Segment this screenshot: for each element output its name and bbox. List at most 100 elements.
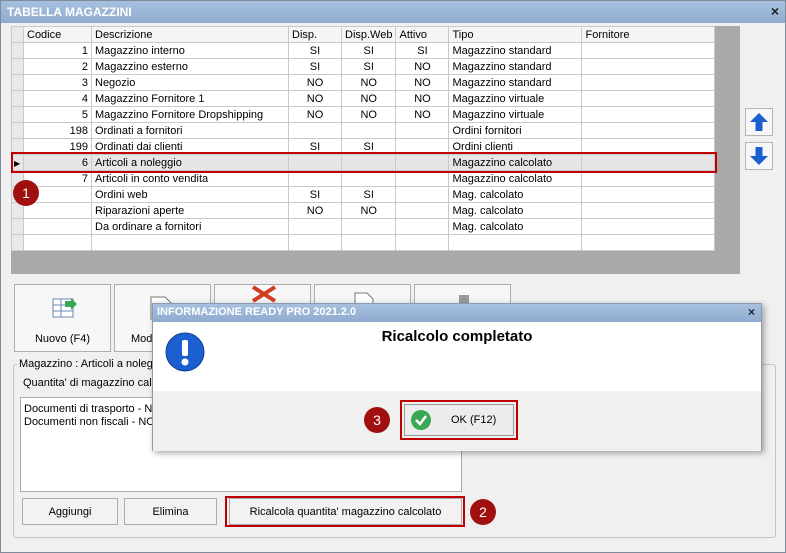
table-cell[interactable]: Da ordinare a fornitori: [91, 218, 289, 235]
table-cell[interactable]: [288, 122, 342, 139]
table-cell[interactable]: SI: [288, 42, 342, 59]
table-row[interactable]: 2 Magazzino esterno SI SI NO Magazzino standa…: [11, 58, 716, 75]
table-cell[interactable]: SI: [288, 58, 342, 75]
column-header[interactable]: Disp.: [288, 26, 342, 43]
row-selector[interactable]: [11, 122, 24, 139]
table-cell[interactable]: Magazzino virtuale: [448, 106, 583, 123]
table-cell[interactable]: 198: [23, 122, 92, 139]
table-cell[interactable]: SI: [340, 186, 397, 203]
table-cell[interactable]: Negozio: [91, 74, 289, 91]
table-cell[interactable]: NO: [395, 74, 450, 91]
table-row[interactable]: [11, 234, 716, 251]
table-cell[interactable]: Ordini fornitori: [448, 122, 583, 139]
table-cell[interactable]: SI: [340, 42, 397, 59]
column-header[interactable]: Codice: [23, 26, 92, 43]
table-cell[interactable]: SI: [288, 186, 342, 203]
table-row[interactable]: 198 Ordinati a fornitori Ordini fornitori: [11, 122, 716, 139]
table-cell[interactable]: SI: [340, 58, 397, 75]
table-cell[interactable]: [23, 202, 92, 219]
row-selector[interactable]: [11, 58, 24, 75]
table-cell[interactable]: Magazzino standard: [448, 42, 583, 59]
table-cell[interactable]: [340, 234, 397, 251]
column-header[interactable]: Tipo: [448, 26, 583, 43]
row-selector[interactable]: [11, 42, 24, 59]
row-selector[interactable]: [11, 90, 24, 107]
table-cell[interactable]: [395, 122, 450, 139]
table-row[interactable]: 3 Negozio NO NO NO Magazzino standard: [11, 74, 716, 91]
table-cell[interactable]: 1: [23, 42, 92, 59]
table-cell[interactable]: NO: [395, 106, 450, 123]
table-row[interactable]: Da ordinare a fornitori Mag. calcolato: [11, 218, 716, 235]
table-cell[interactable]: Magazzino standard: [448, 58, 583, 75]
table-cell[interactable]: SI: [395, 42, 450, 59]
table-cell[interactable]: [448, 234, 583, 251]
table-cell[interactable]: 5: [23, 106, 92, 123]
table-cell[interactable]: [288, 234, 342, 251]
column-header[interactable]: Disp.Web: [340, 26, 397, 43]
table-cell[interactable]: [581, 122, 716, 139]
table-cell[interactable]: Magazzino Fornitore Dropshipping: [91, 106, 289, 123]
table-cell[interactable]: NO: [395, 58, 450, 75]
table-cell[interactable]: [395, 234, 450, 251]
table-cell[interactable]: [581, 90, 716, 107]
table-cell[interactable]: NO: [288, 90, 342, 107]
table-cell[interactable]: [23, 218, 92, 235]
close-icon[interactable]: ×: [771, 3, 779, 19]
table-cell[interactable]: [581, 202, 716, 219]
table-cell[interactable]: [581, 106, 716, 123]
table-cell[interactable]: 4: [23, 90, 92, 107]
table-cell[interactable]: [581, 186, 716, 203]
table-cell[interactable]: [395, 202, 450, 219]
table-row[interactable]: 5 Magazzino Fornitore Dropshipping NO NO NO M…: [11, 106, 716, 123]
table-cell[interactable]: [91, 234, 289, 251]
table-cell[interactable]: Magazzino virtuale: [448, 90, 583, 107]
table-cell[interactable]: Magazzino standard: [448, 74, 583, 91]
table-cell[interactable]: [288, 218, 342, 235]
table-cell[interactable]: 2: [23, 58, 92, 75]
table-cell[interactable]: [581, 234, 716, 251]
table-cell[interactable]: NO: [288, 74, 342, 91]
column-header[interactable]: Attivo: [395, 26, 450, 43]
table-cell[interactable]: [581, 42, 716, 59]
row-selector[interactable]: [11, 106, 24, 123]
table-cell[interactable]: [581, 58, 716, 75]
table-cell[interactable]: NO: [340, 90, 397, 107]
table-cell[interactable]: NO: [340, 74, 397, 91]
elimina-button[interactable]: Elimina: [124, 498, 217, 525]
table-cell[interactable]: NO: [395, 90, 450, 107]
table-cell[interactable]: Mag. calcolato: [448, 186, 583, 203]
table-row[interactable]: 4 Magazzino Fornitore 1 NO NO NO Magazzino vi…: [11, 90, 716, 107]
table-cell[interactable]: [23, 234, 92, 251]
table-cell[interactable]: Mag. calcolato: [448, 218, 583, 235]
table-row[interactable]: 1 Magazzino interno SI SI SI Magazzino standa…: [11, 42, 716, 59]
table-cell[interactable]: NO: [340, 106, 397, 123]
table-cell[interactable]: 3: [23, 74, 92, 91]
table-cell[interactable]: Magazzino Fornitore 1: [91, 90, 289, 107]
table-cell[interactable]: Ordini web: [91, 186, 289, 203]
table-cell[interactable]: [395, 186, 450, 203]
row-selector[interactable]: [11, 74, 24, 91]
row-selector[interactable]: [11, 234, 24, 251]
table-cell[interactable]: Mag. calcolato: [448, 202, 583, 219]
table-row[interactable]: Ordini web SI SI Mag. calcolato: [11, 186, 716, 203]
move-down-button[interactable]: [745, 142, 773, 170]
table-cell[interactable]: NO: [340, 202, 397, 219]
table-cell[interactable]: [340, 122, 397, 139]
close-icon[interactable]: ×: [748, 305, 755, 319]
row-selector[interactable]: [11, 218, 24, 235]
table-row[interactable]: Riparazioni aperte NO NO Mag. calcolato: [11, 202, 716, 219]
table-cell[interactable]: [581, 74, 716, 91]
table-cell[interactable]: Ordinati a fornitori: [91, 122, 289, 139]
table-cell[interactable]: [581, 218, 716, 235]
table-cell[interactable]: Magazzino interno: [91, 42, 289, 59]
column-header[interactable]: Descrizione: [91, 26, 289, 43]
table-cell[interactable]: Magazzino esterno: [91, 58, 289, 75]
table-cell[interactable]: NO: [288, 202, 342, 219]
table-cell[interactable]: NO: [288, 106, 342, 123]
move-up-button[interactable]: [745, 108, 773, 136]
table-cell[interactable]: [340, 218, 397, 235]
nuovo-button[interactable]: Nuovo (F4): [14, 284, 111, 352]
aggiungi-button[interactable]: Aggiungi: [22, 498, 118, 525]
column-header[interactable]: Fornitore: [581, 26, 716, 43]
table-cell[interactable]: Riparazioni aperte: [91, 202, 289, 219]
